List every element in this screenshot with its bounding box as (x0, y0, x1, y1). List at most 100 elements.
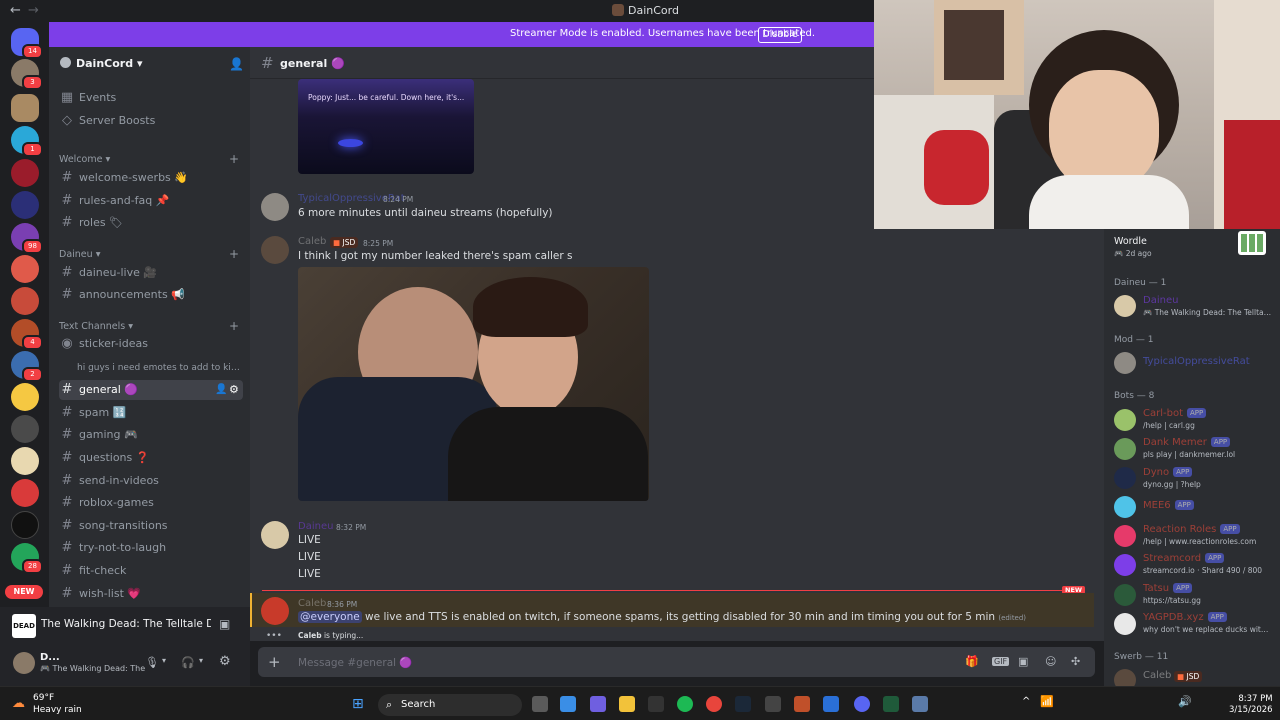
channel-gaming[interactable]: # gaming 🎮 (59, 425, 243, 445)
app-icon[interactable] (823, 696, 839, 712)
apps-icon[interactable]: ✣ (1071, 655, 1080, 668)
server-icon[interactable] (11, 415, 39, 443)
server-icon[interactable] (11, 479, 39, 507)
wordle-icon[interactable] (1238, 231, 1266, 255)
channel-try-not-to-laugh[interactable]: # try-not-to-laugh (59, 538, 243, 558)
avatar[interactable] (261, 236, 289, 264)
server-icon[interactable] (11, 287, 39, 315)
server-icon[interactable]: 1 (11, 126, 43, 157)
add-member-icon[interactable]: 👤 (215, 380, 227, 400)
weather-icon[interactable]: ☁ (12, 696, 25, 711)
member-name[interactable]: Caleb (1143, 670, 1171, 681)
member-name[interactable]: Wordle (1114, 236, 1147, 247)
chrome-icon[interactable] (706, 696, 722, 712)
windows-start-icon[interactable]: ⊞ (352, 696, 364, 712)
app-icon[interactable] (912, 696, 928, 712)
avatar[interactable] (1114, 409, 1136, 431)
channel-welcome-swerbs[interactable]: # welcome-swerbs 👋 (59, 168, 243, 188)
activity-panel[interactable]: DEAD The Walking Dead: The Telltale Defi… (0, 607, 250, 643)
gear-icon[interactable]: ⚙ (229, 380, 239, 400)
system-clock[interactable]: 8:37 PM 3/15/2026 (1229, 694, 1273, 716)
sticker-icon[interactable]: ▣ (1018, 655, 1028, 668)
speaker-icon[interactable]: 🔊 (1178, 695, 1192, 708)
spotify-icon[interactable] (677, 696, 693, 712)
network-icon[interactable]: 📶 (1040, 695, 1054, 708)
message-author[interactable]: Caleb (298, 598, 326, 609)
file-explorer-icon[interactable] (619, 696, 635, 712)
member-name[interactable]: TypicalOppressiveRat (1143, 356, 1250, 367)
channel-rules-and-faq[interactable]: # rules-and-faq 📌 (59, 191, 243, 211)
server-icon[interactable]: 4 (11, 319, 43, 350)
emoji-icon[interactable]: ☺ (1045, 655, 1056, 668)
sidebar-item-events[interactable]: ▦ Events (59, 88, 243, 108)
chevron-down-icon[interactable]: ▾ (162, 656, 166, 665)
store-icon[interactable] (560, 696, 576, 712)
epic-games-icon[interactable] (648, 696, 664, 712)
message-image[interactable]: Poppy: Just... be careful. Down here, it… (298, 79, 474, 174)
member-name[interactable]: Dyno APP (1143, 467, 1193, 478)
back-arrow-icon[interactable]: ← (10, 3, 21, 18)
add-attachment-icon[interactable]: + (268, 653, 281, 671)
server-icon[interactable] (11, 191, 39, 219)
app-icon[interactable] (883, 696, 899, 712)
category-text-channels[interactable]: Text Channels ▾ (59, 321, 133, 332)
weather-widget[interactable]: 69°F Heavy rain (33, 692, 82, 716)
avatar[interactable] (1114, 496, 1136, 518)
home-discord-icon[interactable]: 14 (11, 28, 43, 59)
member-name[interactable]: Reaction Roles APP (1143, 524, 1240, 535)
member-name[interactable]: MEE6 APP (1143, 500, 1194, 511)
forward-arrow-icon[interactable]: → (28, 3, 39, 18)
message-image[interactable] (298, 267, 649, 501)
thread-item[interactable]: hi guys i need emotes to add to kick gi.… (77, 363, 242, 373)
avatar[interactable] (261, 597, 289, 625)
member-name[interactable]: Tatsu APP (1143, 583, 1193, 594)
screen-share-icon[interactable]: ▣ (219, 617, 230, 631)
avatar[interactable] (1114, 613, 1136, 635)
copilot-icon[interactable] (590, 696, 606, 712)
member-name[interactable]: YAGPDB.xyz APP (1143, 612, 1227, 623)
sidebar-item-boosts[interactable]: ◇ Server Boosts (59, 111, 243, 131)
gift-icon[interactable]: 🎁 (965, 655, 979, 668)
avatar[interactable] (1114, 554, 1136, 576)
channel-sticker-ideas[interactable]: ◉ sticker-ideas (59, 334, 243, 354)
server-icon[interactable] (11, 383, 39, 411)
server-icon[interactable] (11, 159, 39, 187)
add-channel-icon[interactable]: + (229, 152, 239, 166)
channel-general[interactable]: # general 🟣 👤 ⚙ (59, 380, 243, 400)
message-input[interactable]: Message #general 🟣 (298, 656, 412, 669)
microphone-icon[interactable]: 🎙 (145, 656, 159, 669)
category-daineu[interactable]: Daineu ▾ (59, 249, 100, 260)
gear-icon[interactable]: ⚙ (219, 654, 231, 669)
server-icon[interactable] (11, 255, 39, 283)
channel-send-in-videos[interactable]: # send-in-videos (59, 471, 243, 491)
discord-icon[interactable] (854, 696, 870, 712)
avatar[interactable] (1114, 525, 1136, 547)
channel-daineu-live[interactable]: # daineu-live 🎥 (59, 263, 243, 283)
taskbar-search[interactable]: ⌕ Search (378, 694, 522, 716)
add-channel-icon[interactable]: + (229, 319, 239, 333)
member-name[interactable]: Daineu (1143, 295, 1178, 306)
channel-roblox-games[interactable]: # roblox-games (59, 493, 243, 513)
member-name[interactable]: Carl-bot APP (1143, 408, 1207, 419)
steam-icon[interactable] (735, 696, 751, 712)
avatar[interactable] (1114, 295, 1136, 317)
app-icon[interactable] (794, 696, 810, 712)
disable-button[interactable]: Disable (758, 27, 802, 43)
gif-icon[interactable]: GIF (992, 657, 1010, 666)
channel-announcements[interactable]: # announcements 📢 (59, 285, 243, 305)
channel-spam[interactable]: # spam 🔢 (59, 403, 243, 423)
server-icon[interactable]: 28 (11, 543, 43, 574)
member-name[interactable]: Dank Memer APP (1143, 437, 1231, 448)
server-name-dropdown[interactable]: DainCord ▾ (60, 57, 142, 70)
channel-song-transitions[interactable]: # song-transitions (59, 516, 243, 536)
invite-people-icon[interactable]: 👤 (229, 57, 244, 71)
chevron-down-icon[interactable]: ▾ (199, 656, 203, 665)
headphones-icon[interactable]: 🎧 (181, 656, 195, 669)
app-icon[interactable] (765, 696, 781, 712)
channel-questions[interactable]: # questions ❓ (59, 448, 243, 468)
everyone-mention[interactable]: @everyone (298, 611, 362, 623)
add-channel-icon[interactable]: + (229, 247, 239, 261)
server-icon[interactable]: 3 (11, 59, 43, 90)
server-icon[interactable]: 98 (11, 223, 43, 254)
server-icon[interactable] (11, 447, 39, 475)
